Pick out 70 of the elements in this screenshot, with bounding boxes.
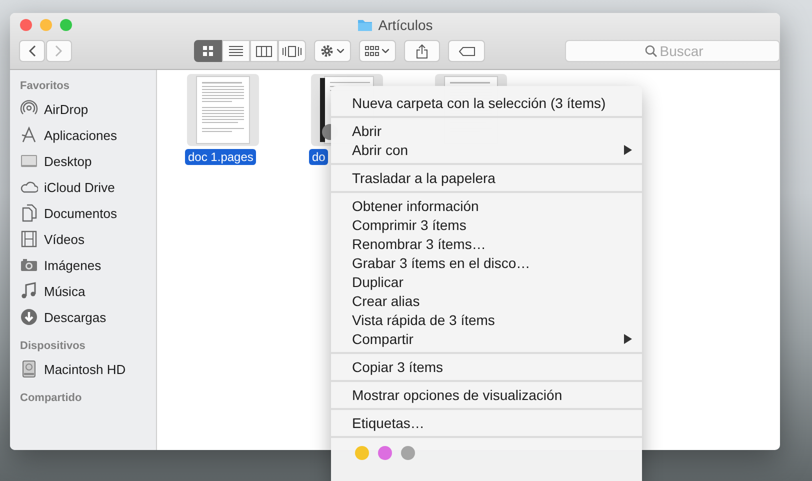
sidebar-item[interactable]: Descargas <box>44 310 106 324</box>
menu-item[interactable]: Duplicar <box>331 272 642 291</box>
menu-item[interactable]: Abrir <box>331 121 642 140</box>
menu-item[interactable]: Grabar 3 ítems en el disco… <box>331 253 642 272</box>
music-note-icon <box>20 282 38 300</box>
view-button[interactable] <box>194 40 222 62</box>
folder-icon <box>357 18 374 32</box>
sidebar-heading: Favoritos <box>19 79 70 94</box>
sidebar-item[interactable]: Documentos <box>44 206 117 220</box>
sidebar-heading: Dispositivos <box>19 339 86 354</box>
columns-icon <box>256 46 272 56</box>
view-button[interactable] <box>222 40 250 62</box>
grid-icon <box>203 46 213 56</box>
menu-item[interactable]: Compartir <box>331 329 642 348</box>
menu-item[interactable]: Crear alias <box>331 291 642 310</box>
menu-item[interactable]: Mostrar opciones de visualización <box>331 385 642 404</box>
download-icon <box>20 308 38 326</box>
action-button[interactable] <box>314 40 351 62</box>
tag-button[interactable] <box>448 40 486 62</box>
menu-item[interactable]: Vista rápida de 3 ítems <box>331 310 642 329</box>
sidebar-item[interactable]: AirDrop <box>44 102 88 116</box>
share-button[interactable] <box>404 40 440 62</box>
menu-item[interactable]: Abrir con <box>331 140 642 159</box>
submenu-arrow-icon <box>624 144 632 154</box>
tag-color-dot[interactable] <box>378 446 392 460</box>
list-icon <box>229 46 243 56</box>
view-button[interactable] <box>250 40 278 62</box>
caret-icon <box>382 49 390 53</box>
file-name[interactable]: do <box>309 149 328 165</box>
menu-item[interactable]: Copiar 3 ítems <box>331 357 642 376</box>
film-icon <box>20 230 38 248</box>
hard-drive-icon <box>20 360 38 378</box>
sidebar-item[interactable]: Aplicaciones <box>44 128 117 142</box>
document-icon <box>196 76 250 144</box>
search-field[interactable]: Buscar <box>565 40 780 62</box>
arrange-button[interactable] <box>358 40 396 62</box>
back-button[interactable] <box>19 40 45 62</box>
file-name[interactable]: doc 1.pages <box>185 149 256 165</box>
file-thumbnail[interactable] <box>187 74 259 146</box>
menu-item[interactable]: Trasladar a la papelera <box>331 168 642 187</box>
gear-icon <box>320 44 334 58</box>
camera-icon <box>20 256 38 274</box>
share-icon <box>416 44 428 58</box>
sidebar-item[interactable]: Imágenes <box>44 258 102 272</box>
tag-icon <box>458 46 475 56</box>
sidebar-item[interactable]: Música <box>44 284 86 298</box>
tag-color-dot[interactable] <box>401 446 415 460</box>
menu-item[interactable]: Renombrar 3 ítems… <box>331 234 642 253</box>
cover-flow-icon <box>282 46 302 56</box>
chevron-right-icon <box>55 45 63 57</box>
sidebar-item[interactable]: Macintosh HD <box>44 362 126 376</box>
sidebar-heading: Compartido <box>19 391 82 406</box>
menu-item[interactable]: Etiquetas… <box>331 413 642 432</box>
window-title: Artículos <box>378 17 433 33</box>
menu-item[interactable]: Comprimir 3 ítems <box>331 215 642 234</box>
documents-icon <box>20 204 38 222</box>
submenu-arrow-icon <box>624 334 632 344</box>
view-button[interactable] <box>278 40 306 62</box>
sidebar-item[interactable]: iCloud Drive <box>44 180 115 194</box>
tag-color-dot[interactable] <box>355 446 369 460</box>
menu-item[interactable]: Obtener información <box>331 196 642 215</box>
sidebar-item[interactable]: Desktop <box>44 154 92 168</box>
chevron-left-icon <box>28 45 36 57</box>
sidebar-item[interactable]: Vídeos <box>44 232 84 246</box>
caret-icon <box>337 49 344 53</box>
search-icon <box>645 45 658 57</box>
apps-icon <box>20 126 38 144</box>
menu-item[interactable]: Nueva carpeta con la selección (3 ítems) <box>331 93 642 112</box>
monitor-icon <box>20 152 38 170</box>
grid-icon <box>365 46 380 56</box>
